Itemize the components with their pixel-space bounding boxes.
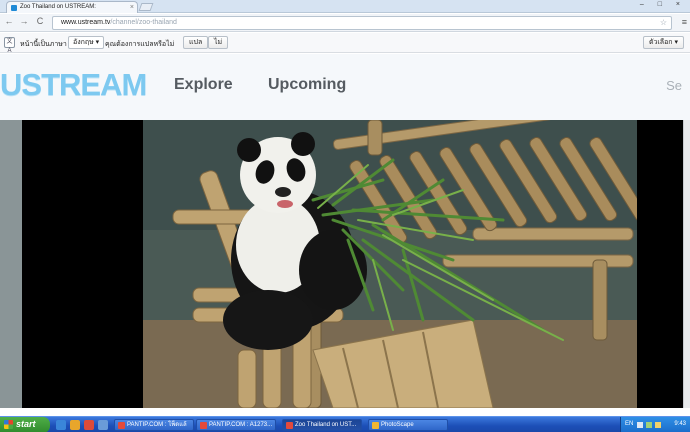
- tab-title: Zoo Thailand on USTREAM:: [20, 4, 96, 10]
- start-label: start: [16, 419, 36, 429]
- quicklaunch-chrome-icon[interactable]: [84, 420, 94, 430]
- task-photoscape[interactable]: PhotoScape: [368, 419, 448, 431]
- browser-toolbar: ← → C www.ustream.tv/channel/zoo-thailan…: [0, 14, 690, 32]
- translate-icon: 文A: [4, 37, 15, 54]
- back-icon[interactable]: ←: [3, 16, 15, 26]
- new-tab-button[interactable]: [138, 3, 154, 11]
- windows-flag-icon: [4, 420, 13, 429]
- ustream-favicon-icon: [11, 5, 17, 11]
- address-bar[interactable]: www.ustream.tv/channel/zoo-thailand ☆: [52, 16, 672, 30]
- tray-icons[interactable]: [637, 421, 663, 429]
- chrome-task-icon: [200, 422, 207, 429]
- task-zoo-thailand[interactable]: Zoo Thailand on UST...: [282, 419, 362, 431]
- reload-icon[interactable]: C: [34, 16, 46, 26]
- nav-explore[interactable]: Explore: [174, 76, 233, 94]
- nav-upcoming[interactable]: Upcoming: [268, 76, 346, 94]
- windows-taskbar: start PANTIP.COM : โพ็ดแล้ PANTIP.COM : …: [0, 416, 690, 432]
- quicklaunch-desktop-icon[interactable]: [98, 420, 108, 430]
- url-host: www.ustream.tv: [61, 19, 111, 26]
- site-header: USTREAM Explore Upcoming Se: [0, 54, 690, 120]
- language-indicator[interactable]: EN: [625, 417, 633, 432]
- chrome-task-icon: [118, 422, 125, 429]
- search-input[interactable]: Se: [666, 78, 682, 93]
- clock: 9:43: [674, 421, 686, 427]
- video-frame-panda[interactable]: [143, 120, 637, 408]
- photoscape-task-icon: [372, 422, 379, 429]
- translate-infobar: 文A หน้านี้เป็นภาษา อังกฤษ ▾ คุณต้องการแป…: [0, 33, 690, 54]
- task-label: PANTIP.COM : A1273...: [209, 422, 273, 428]
- tab-close-icon[interactable]: ×: [130, 2, 134, 13]
- task-label: Zoo Thailand on UST...: [295, 422, 357, 428]
- translate-button[interactable]: แปล: [183, 36, 209, 49]
- task-pantip-1[interactable]: PANTIP.COM : โพ็ดแล้: [114, 419, 194, 431]
- panda-video-image: [143, 120, 637, 408]
- task-label: PhotoScape: [381, 422, 414, 428]
- quicklaunch-folder-icon[interactable]: [70, 420, 80, 430]
- page-scrollbar[interactable]: [683, 120, 690, 408]
- video-player[interactable]: [22, 120, 683, 408]
- ustream-logo[interactable]: USTREAM: [0, 67, 147, 103]
- start-button[interactable]: start: [0, 417, 50, 432]
- url-path: /channel/zoo-thailand: [110, 19, 177, 26]
- browser-tabstrip: Zoo Thailand on USTREAM: × – □ ×: [0, 0, 690, 13]
- translate-prompt: หน้านี้เป็นภาษา: [20, 41, 67, 48]
- translate-question: คุณต้องการแปลหรือไม่: [105, 41, 175, 48]
- window-controls[interactable]: – □ ×: [640, 1, 686, 8]
- browser-menu-icon[interactable]: ≡: [682, 17, 687, 27]
- quicklaunch-browser-icon[interactable]: [56, 420, 66, 430]
- video-section: [0, 120, 690, 408]
- no-translate-button[interactable]: ไม่: [208, 36, 229, 49]
- translate-options-button[interactable]: ตัวเลือก ▾: [642, 36, 684, 49]
- language-select[interactable]: อังกฤษ ▾: [68, 36, 105, 49]
- forward-icon[interactable]: →: [18, 16, 30, 26]
- bookmark-star-icon[interactable]: ☆: [660, 17, 667, 29]
- task-pantip-2[interactable]: PANTIP.COM : A1273...: [196, 419, 276, 431]
- chrome-task-icon: [286, 422, 293, 429]
- browser-tab-zoo-thailand[interactable]: Zoo Thailand on USTREAM: ×: [6, 1, 138, 13]
- task-label: PANTIP.COM : โพ็ดแล้: [127, 422, 187, 428]
- system-tray: EN 9:43: [620, 417, 690, 432]
